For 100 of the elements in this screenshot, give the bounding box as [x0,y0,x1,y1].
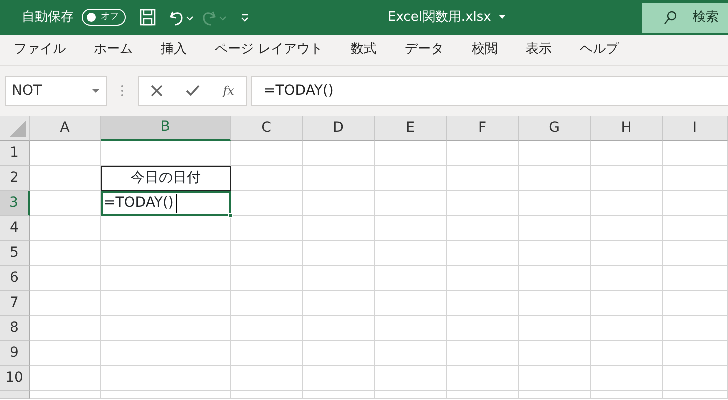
ribbon-tab[interactable]: ホーム [94,40,133,60]
table-cell[interactable] [30,241,101,266]
table-cell[interactable] [663,341,728,366]
row-header[interactable]: 10 [0,366,30,391]
insert-function-button[interactable]: fx [223,82,234,100]
ribbon-tab[interactable]: ヘルプ [580,40,620,60]
table-cell[interactable] [447,216,519,241]
table-cell[interactable] [303,191,375,216]
table-cell[interactable] [231,166,303,191]
table-cell[interactable] [375,216,447,241]
column-header[interactable]: I [663,116,728,141]
table-cell[interactable] [519,241,591,266]
table-cell[interactable] [519,391,591,399]
table-cell[interactable] [519,291,591,316]
table-cell[interactable] [375,241,447,266]
table-cell[interactable] [519,141,591,166]
autosave-toggle[interactable]: オフ [82,9,126,26]
table-cell[interactable] [591,291,663,316]
table-cell[interactable] [447,291,519,316]
table-cell[interactable] [663,241,728,266]
check-icon[interactable] [186,85,200,97]
column-header[interactable]: F [447,116,519,141]
table-cell[interactable] [231,241,303,266]
row-header[interactable]: 7 [0,291,30,316]
table-cell[interactable] [519,316,591,341]
table-cell[interactable] [519,166,591,191]
table-cell[interactable] [303,166,375,191]
caret-icon[interactable] [92,88,100,94]
table-cell[interactable] [231,316,303,341]
table-cell[interactable] [303,216,375,241]
ribbon-tab[interactable]: ページ レイアウト [215,40,324,60]
ribbon-tab[interactable]: 数式 [351,40,378,60]
table-cell[interactable] [101,391,231,399]
table-cell[interactable] [231,341,303,366]
row-header[interactable]: 5 [0,241,30,266]
table-cell[interactable] [663,291,728,316]
table-cell[interactable] [303,141,375,166]
table-cell[interactable] [591,166,663,191]
active-cell[interactable]: =TODAY() [101,191,231,216]
row-header[interactable]: 4 [0,216,30,241]
table-cell[interactable] [303,366,375,391]
table-cell[interactable] [663,191,728,216]
row-header[interactable] [0,391,30,399]
table-cell[interactable] [663,141,728,166]
ribbon-tab[interactable]: 校閲 [472,40,498,60]
table-cell[interactable] [663,316,728,341]
caret-icon[interactable] [499,15,506,20]
table-cell[interactable] [447,391,519,399]
column-header[interactable]: H [591,116,663,141]
table-cell[interactable] [30,341,101,366]
table-cell[interactable] [519,216,591,241]
table-cell[interactable] [447,241,519,266]
column-header[interactable]: D [303,116,375,141]
table-cell[interactable] [375,266,447,291]
table-cell[interactable] [591,216,663,241]
table-cell[interactable] [231,366,303,391]
table-cell[interactable] [30,166,101,191]
table-cell[interactable] [591,191,663,216]
table-cell[interactable] [375,291,447,316]
table-cell[interactable] [303,241,375,266]
table-cell[interactable] [101,366,231,391]
column-header[interactable]: E [375,116,447,141]
table-cell[interactable] [447,191,519,216]
table-cell[interactable] [375,191,447,216]
customize-icon[interactable] [240,12,250,22]
table-cell[interactable] [30,366,101,391]
table-cell[interactable] [663,266,728,291]
table-cell[interactable] [375,141,447,166]
table-cell[interactable] [591,316,663,341]
table-cell[interactable] [591,141,663,166]
table-cell[interactable] [30,391,101,399]
table-cell[interactable] [591,266,663,291]
ribbon-tab[interactable]: 挿入 [161,40,187,60]
table-cell[interactable] [303,291,375,316]
ribbon-tab[interactable]: データ [405,40,444,60]
table-cell[interactable] [375,366,447,391]
table-cell[interactable] [591,241,663,266]
table-cell[interactable] [231,266,303,291]
table-cell[interactable] [101,341,231,366]
table-cell[interactable] [375,391,447,399]
formula-field[interactable]: =TODAY() [251,76,728,106]
table-cell[interactable] [447,141,519,166]
table-cell[interactable] [519,266,591,291]
row-header[interactable]: 9 [0,341,30,366]
table-cell[interactable] [231,291,303,316]
table-cell[interactable] [231,391,303,399]
table-cell[interactable] [447,316,519,341]
table-cell[interactable] [231,141,303,166]
table-cell[interactable] [101,141,231,166]
column-header[interactable]: A [30,116,101,141]
table-cell[interactable] [591,391,663,399]
column-header[interactable]: C [231,116,303,141]
table-cell[interactable] [447,266,519,291]
table-cell[interactable] [30,291,101,316]
table-cell[interactable] [101,266,231,291]
table-cell[interactable] [101,291,231,316]
table-cell[interactable] [101,216,231,241]
table-cell[interactable] [591,366,663,391]
table-cell[interactable] [101,241,231,266]
row-header[interactable]: 3 [0,191,30,216]
